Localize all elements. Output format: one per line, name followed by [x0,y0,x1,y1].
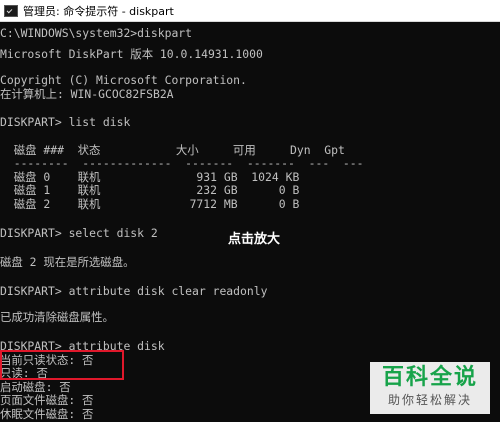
console-line: 已成功清除磁盘属性。 [0,310,114,324]
console-line: DISKPART> select disk 2 [0,226,158,240]
table-row: 磁盘 2 联机 7712 MB 0 B [0,197,300,211]
zoom-caption[interactable]: 点击放大 [228,228,280,247]
window-titlebar[interactable]: 管理员: 命令提示符 - diskpart [0,0,500,22]
console-line: 页面文件磁盘: 否 [0,393,94,407]
console-line: C:\WINDOWS\system32>diskpart [0,26,193,40]
watermark-subtitle: 助你轻松解决 [387,393,472,407]
console-line: Microsoft DiskPart 版本 10.0.14931.1000 [0,47,263,61]
watermark-title: 百科全说 [381,365,478,390]
console-line: 休眠文件磁盘: 否 [0,407,94,421]
watermark-logo: 百科全说 助你轻松解决 [370,362,490,414]
console-line: 磁盘 2 现在是所选磁盘。 [0,255,135,269]
console-line: 在计算机上: WIN-GCOC82FSB2A [0,87,174,101]
console-line: Copyright (C) Microsoft Corporation. [0,73,247,87]
readonly-status-highlight [0,350,124,380]
table-separator: -------- ------------- ------- ------- -… [0,156,364,170]
table-row: 磁盘 1 联机 232 GB 0 B [0,183,300,197]
window-title: 管理员: 命令提示符 - diskpart [23,4,174,18]
console-line: DISKPART> list disk [0,115,131,129]
console-line: DISKPART> attribute disk clear readonly [0,284,268,298]
cmd-icon [4,4,18,17]
